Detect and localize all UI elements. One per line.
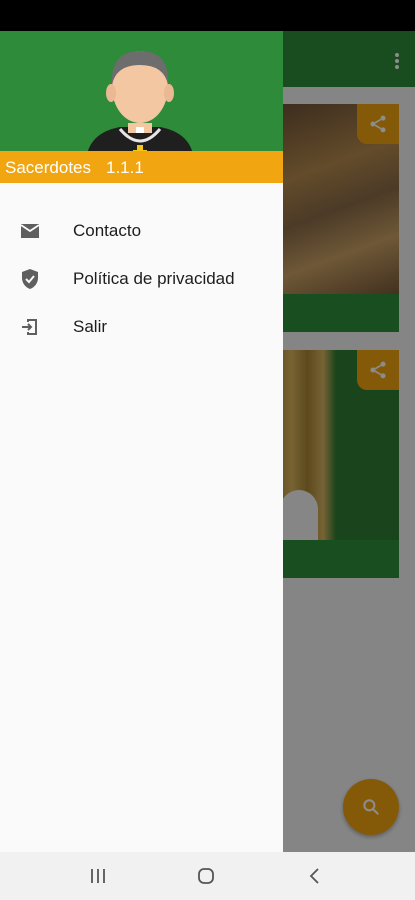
status-bar bbox=[0, 0, 415, 31]
mail-icon bbox=[20, 224, 40, 238]
shield-check-icon bbox=[22, 269, 38, 289]
menu-item-privacidad[interactable]: Política de privacidad bbox=[0, 255, 283, 303]
menu-item-label: Salir bbox=[73, 317, 108, 336]
recents-icon[interactable] bbox=[86, 864, 110, 888]
menu-item-contacto[interactable]: Contacto bbox=[0, 207, 283, 255]
drawer-menu: Contacto Política de privacidad Salir bbox=[0, 207, 283, 351]
menu-item-label: Contacto bbox=[73, 221, 142, 240]
drawer-header: Sacerdotes 1.1.1 bbox=[0, 31, 283, 183]
back-icon[interactable] bbox=[303, 864, 327, 888]
system-nav-bar bbox=[0, 852, 415, 900]
home-icon[interactable] bbox=[194, 864, 218, 888]
menu-item-label: Política de privacidad bbox=[73, 269, 235, 288]
navigation-drawer: Sacerdotes 1.1.1 Contacto Política de pr… bbox=[0, 31, 283, 852]
menu-item-salir[interactable]: Salir bbox=[0, 303, 283, 351]
app-version-bar: Sacerdotes 1.1.1 bbox=[0, 151, 283, 183]
logout-icon bbox=[22, 319, 37, 335]
app-name: Sacerdotes bbox=[5, 158, 91, 177]
app-version: 1.1.1 bbox=[106, 158, 144, 177]
